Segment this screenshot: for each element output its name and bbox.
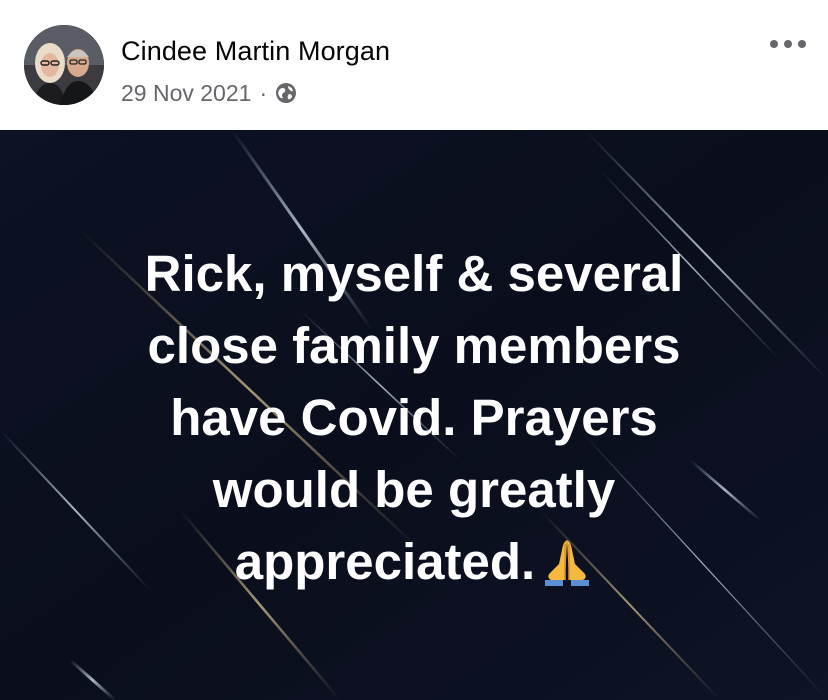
author-name[interactable]: Cindee Martin Morgan bbox=[121, 36, 390, 67]
post-header: Cindee Martin Morgan 29 Nov 2021 · bbox=[0, 0, 828, 130]
post-message: Rick, myself & several close family memb… bbox=[0, 238, 828, 598]
avatar-photo bbox=[24, 25, 104, 105]
more-dot bbox=[784, 40, 792, 48]
more-options-icon[interactable] bbox=[770, 30, 806, 58]
post-text-line: have Covid. Prayers bbox=[170, 389, 658, 446]
post-text-line: would be greatly bbox=[212, 461, 616, 518]
folded-hands-icon bbox=[545, 539, 590, 586]
post-text-line-last: appreciated. bbox=[0, 526, 828, 598]
more-dot bbox=[798, 40, 806, 48]
post-text-line: appreciated. bbox=[234, 533, 536, 590]
author-avatar[interactable] bbox=[24, 25, 104, 105]
post-meta: 29 Nov 2021 · bbox=[121, 78, 297, 108]
more-dot bbox=[770, 40, 778, 48]
post-text-line: close family members bbox=[147, 317, 681, 374]
facebook-post: Cindee Martin Morgan 29 Nov 2021 · Rick,… bbox=[0, 0, 828, 700]
globe-icon bbox=[276, 83, 297, 103]
post-text-line: Rick, myself & several bbox=[144, 245, 684, 302]
post-background-image: Rick, myself & several close family memb… bbox=[0, 130, 828, 700]
post-date[interactable]: 29 Nov 2021 bbox=[121, 80, 251, 107]
meta-separator: · bbox=[259, 79, 268, 106]
